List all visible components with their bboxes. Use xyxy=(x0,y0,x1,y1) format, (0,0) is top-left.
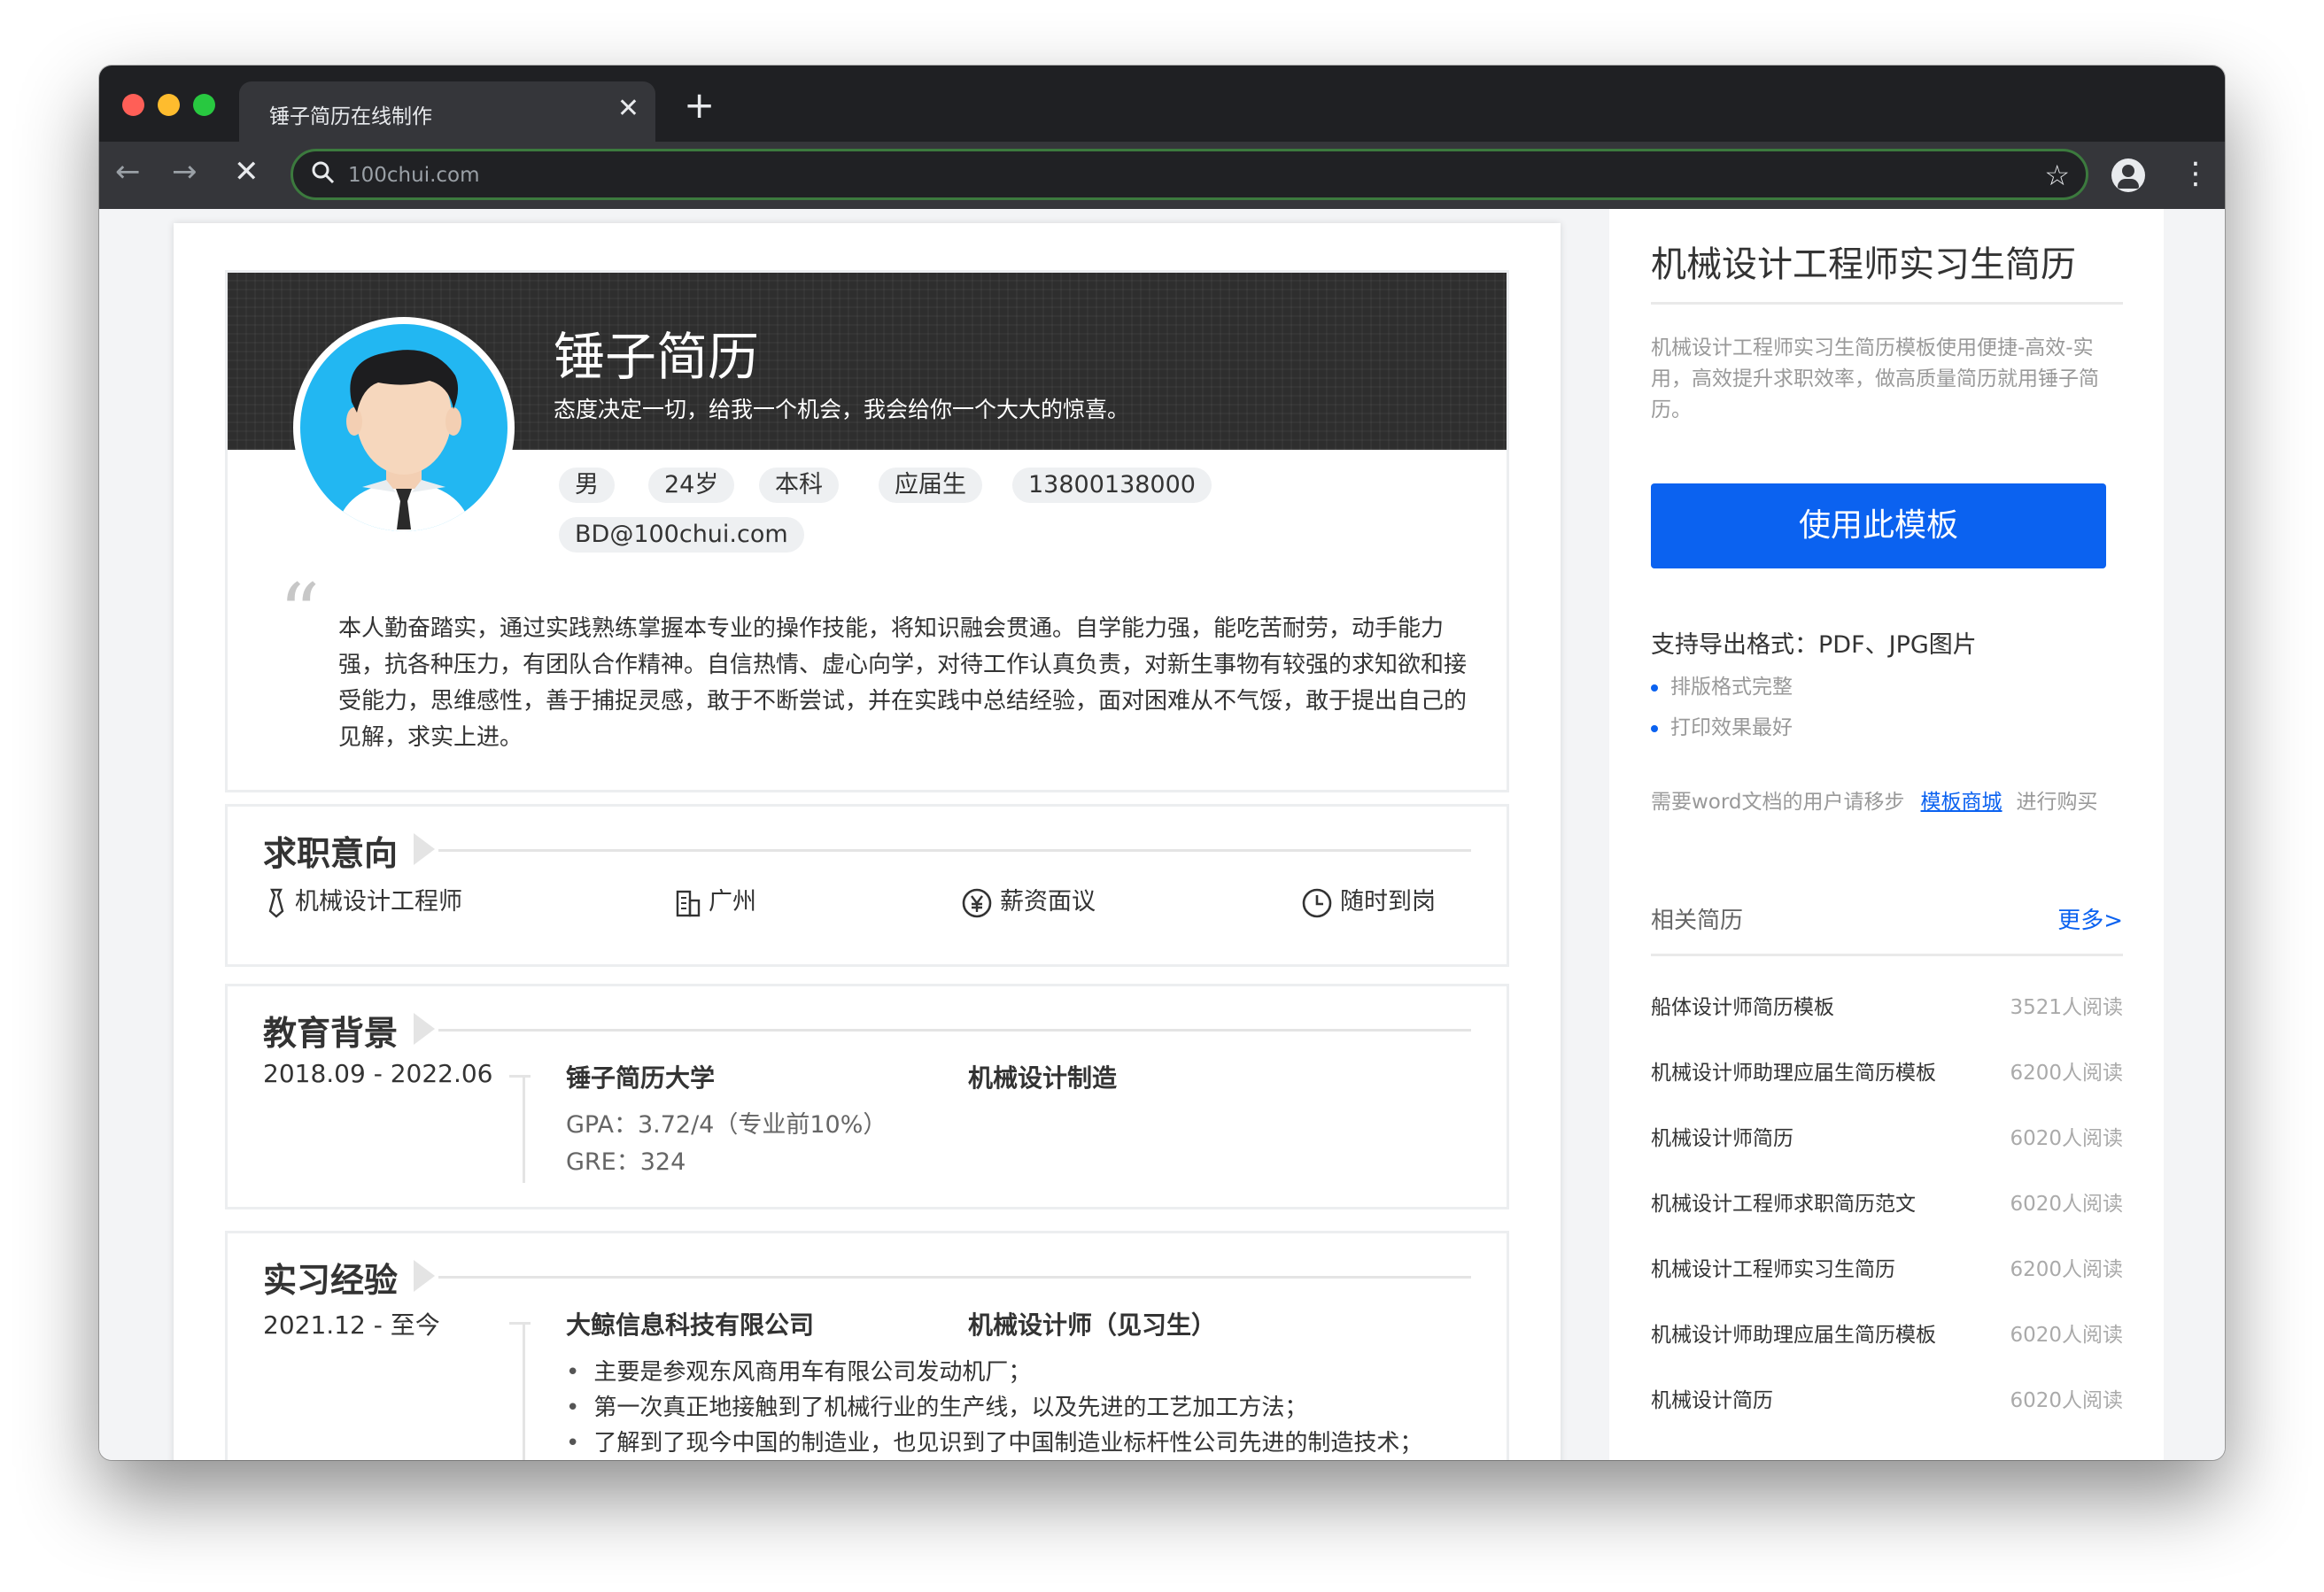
template-title: 机械设计工程师实习生简历 xyxy=(1651,244,2076,285)
export-formats: 支持导出格式：PDF、JPG图片 xyxy=(1651,631,1977,659)
chip-status: 应届生 xyxy=(879,468,982,503)
bullet-dot-icon xyxy=(1651,684,1658,692)
word-doc-note: 需要word文档的用户请移步 模板商城 进行购买 xyxy=(1651,791,2098,814)
tab-title: 锤子简历在线制作 xyxy=(269,105,432,128)
template-sidebar: 机械设计工程师实习生简历 机械设计工程师实习生简历模板使用便捷-高效-实用，高效… xyxy=(1609,209,2164,1460)
sidebar-divider xyxy=(1651,302,2123,305)
related-resumes-title: 相关简历 xyxy=(1651,908,1744,934)
chip-degree: 本科 xyxy=(759,468,839,503)
feature-item: 排版格式完整 xyxy=(1651,669,1793,699)
zoom-window-button[interactable] xyxy=(193,94,215,116)
intent-position: 机械设计工程师 xyxy=(265,886,462,918)
address-bar[interactable]: 100chui.com ☆ xyxy=(290,149,2088,200)
internship-bullet: 主要是参观东风商用车有限公司发动机厂； xyxy=(566,1354,1031,1387)
chip-gender: 男 xyxy=(559,468,615,503)
education-gpa: GPA：3.72/4（专业前10%） xyxy=(566,1111,887,1139)
search-icon xyxy=(312,161,335,184)
title-bar: 锤子简历在线制作 ✕ + xyxy=(99,66,2225,142)
minimize-window-button[interactable] xyxy=(158,94,180,116)
resume-header-card: 锤子简历 态度决定一切，给我一个机会，我会给你一个大大的惊喜。 男 24岁 本科… xyxy=(225,270,1509,792)
section-title: 求职意向 xyxy=(263,834,399,873)
clock-icon xyxy=(1302,888,1332,917)
internship-bullet: 第一次真正地接触到了机械行业的生产线，以及先进的工艺加工方法； xyxy=(566,1389,1307,1422)
tie-icon xyxy=(268,888,284,918)
related-more-link[interactable]: 更多> xyxy=(2057,902,2123,935)
related-item[interactable]: 机械设计师助理应届生简历模板 6020人阅读 xyxy=(1651,1318,2123,1353)
related-item[interactable]: 船体设计师简历模板 3521人阅读 xyxy=(1651,990,2123,1025)
section-arrow-icon xyxy=(414,1260,435,1292)
quote-icon: “ xyxy=(279,567,321,660)
kebab-menu-icon[interactable]: ⋮ xyxy=(2181,156,2211,191)
related-item[interactable]: 机械设计工程师实习生简历 6200人阅读 xyxy=(1651,1252,2123,1287)
intent-salary: 薪资面议 xyxy=(961,886,1096,919)
close-window-button[interactable] xyxy=(122,94,144,116)
page-content: 锤子简历 态度决定一切，给我一个机会，我会给你一个大大的惊喜。 男 24岁 本科… xyxy=(99,209,2225,1460)
url-text[interactable]: 100chui.com xyxy=(348,164,480,187)
related-item[interactable]: 机械设计简历 6020人阅读 xyxy=(1651,1383,2123,1418)
internship-role: 机械设计师（见习生） xyxy=(968,1310,1217,1340)
timeline-tick xyxy=(509,1075,531,1078)
template-description: 机械设计工程师实习生简历模板使用便捷-高效-实用，高效提升求职效率，做高质量简历… xyxy=(1651,336,2099,421)
internship-date: 2021.12 - 至今 xyxy=(263,1310,440,1340)
section-job-intent: 求职意向 机械设计工程师 广州 薪资面议 随时到岗 xyxy=(225,804,1509,967)
internship-company: 大鲸信息科技有限公司 xyxy=(566,1310,815,1340)
timeline-tick xyxy=(509,1322,531,1325)
section-title: 教育背景 xyxy=(263,1014,399,1053)
related-item[interactable]: 机械设计师简历 6020人阅读 xyxy=(1651,1121,2123,1156)
resume-name: 锤子简历 xyxy=(554,327,760,387)
chip-email: BD@100chui.com xyxy=(559,517,804,553)
use-template-button[interactable]: 使用此模板 xyxy=(1651,483,2106,568)
self-summary: 本人勤奋踏实，通过实践熟练掌握本专业的操作技能，将知识融会贯通。自学能力强，能吃… xyxy=(338,615,1468,751)
stop-loading-icon[interactable]: ✕ xyxy=(234,154,260,189)
browser-toolbar: ← → ✕ 100chui.com ☆ ⋮ xyxy=(99,142,2225,209)
education-date: 2018.09 - 2022.06 xyxy=(263,1059,493,1088)
new-tab-icon[interactable]: + xyxy=(684,87,715,124)
intent-city: 广州 xyxy=(675,886,756,918)
timeline-line xyxy=(523,1322,525,1460)
section-arrow-icon xyxy=(414,833,435,865)
section-divider xyxy=(438,849,1471,852)
education-major: 机械设计制造 xyxy=(968,1063,1118,1093)
section-divider xyxy=(438,1029,1471,1032)
back-arrow-icon[interactable]: ← xyxy=(115,154,141,189)
section-title: 实习经验 xyxy=(263,1261,399,1300)
browser-window: 锤子简历在线制作 ✕ + ← → ✕ 100chui.com ☆ ⋮ 锤子简历 … xyxy=(99,66,2225,1460)
bookmark-star-icon[interactable]: ☆ xyxy=(2044,158,2070,192)
sidebar-divider xyxy=(1651,954,2123,956)
timeline-line xyxy=(523,1075,525,1183)
template-store-link[interactable]: 模板商城 xyxy=(1921,791,2003,814)
section-education: 教育背景 2018.09 - 2022.06 锤子简历大学 机械设计制造 GPA… xyxy=(225,984,1509,1209)
feature-item: 打印效果最好 xyxy=(1651,710,1793,740)
building-icon xyxy=(676,890,701,916)
bullet-dot-icon xyxy=(1651,724,1658,732)
avatar xyxy=(293,317,515,538)
forward-arrow-icon[interactable]: → xyxy=(172,154,198,189)
section-internship: 实习经验 2021.12 - 至今 大鲸信息科技有限公司 机械设计师（见习生） … xyxy=(225,1231,1509,1460)
section-arrow-icon xyxy=(414,1013,435,1045)
education-gre: GRE：324 xyxy=(566,1148,686,1176)
intent-availability: 随时到岗 xyxy=(1301,886,1436,919)
profile-avatar-icon[interactable] xyxy=(2111,158,2145,192)
browser-tab[interactable]: 锤子简历在线制作 ✕ xyxy=(239,81,655,142)
resume-motto: 态度决定一切，给我一个机会，我会给你一个大大的惊喜。 xyxy=(554,397,1130,422)
related-item[interactable]: 机械设计师助理应届生简历模板 6200人阅读 xyxy=(1651,1055,2123,1091)
avatar-illustration xyxy=(336,350,472,531)
internship-bullet: 了解到了现今中国的制造业，也见识到了中国制造业标杆性公司先进的制造技术； xyxy=(566,1425,1422,1457)
related-item[interactable]: 机械设计工程师求职简历范文 6020人阅读 xyxy=(1651,1186,2123,1222)
resume-preview: 锤子简历 态度决定一切，给我一个机会，我会给你一个大大的惊喜。 男 24岁 本科… xyxy=(174,223,1561,1460)
section-divider xyxy=(438,1276,1471,1279)
chip-age: 24岁 xyxy=(648,468,735,503)
traffic-lights xyxy=(122,94,215,116)
tab-close-icon[interactable]: ✕ xyxy=(617,96,639,122)
chip-phone: 13800138000 xyxy=(1012,468,1212,503)
education-school: 锤子简历大学 xyxy=(566,1063,716,1093)
yen-icon xyxy=(962,888,992,917)
